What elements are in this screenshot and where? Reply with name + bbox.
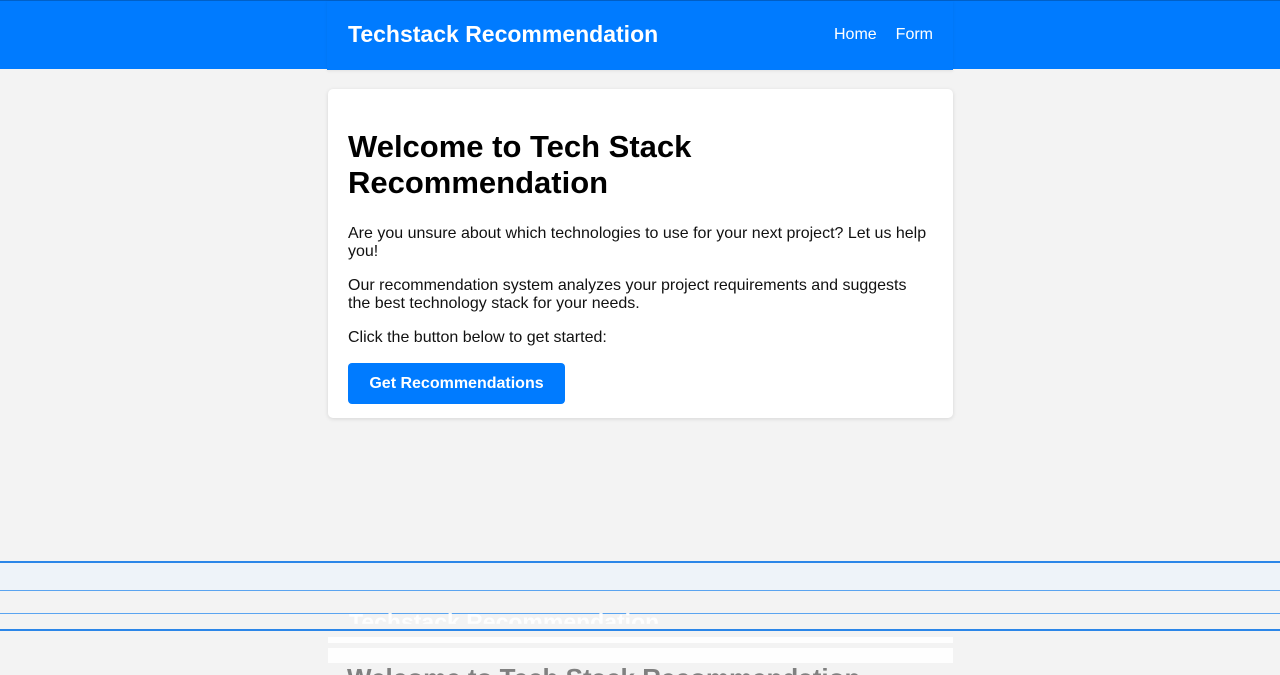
artifact-line bbox=[0, 590, 1280, 591]
artifact-band bbox=[0, 563, 1280, 590]
main-nav: Home Form bbox=[834, 26, 933, 44]
get-recommendations-button[interactable]: Get Recommendations bbox=[348, 363, 565, 404]
brand-title[interactable]: Techstack Recommendation bbox=[348, 21, 658, 48]
artifact-box bbox=[328, 637, 953, 643]
artifact-box bbox=[328, 648, 953, 663]
page-title: Welcome to Tech Stack Recommendation bbox=[348, 129, 692, 200]
nav-link-form[interactable]: Form bbox=[896, 26, 933, 44]
navbar-container: Techstack Recommendation Home Form bbox=[327, 1, 953, 70]
artifact-brand-echo: Techstack Recommendation bbox=[349, 609, 660, 635]
render-artifact-strip: Techstack Recommendation Welcome to Tech… bbox=[0, 560, 1280, 675]
nav-link-home[interactable]: Home bbox=[834, 26, 877, 44]
top-navbar: Techstack Recommendation Home Form bbox=[0, 0, 1280, 70]
welcome-card: Welcome to Tech Stack Recommendation Are… bbox=[328, 89, 953, 418]
intro-text: Are you unsure about which technologies … bbox=[348, 225, 927, 260]
artifact-line bbox=[0, 629, 1280, 631]
description-text: Our recommendation system analyzes your … bbox=[348, 277, 907, 312]
get-started-prompt: Click the button below to get started: bbox=[348, 329, 607, 346]
artifact-title-echo: Welcome to Tech Stack Recommendation bbox=[347, 663, 860, 675]
